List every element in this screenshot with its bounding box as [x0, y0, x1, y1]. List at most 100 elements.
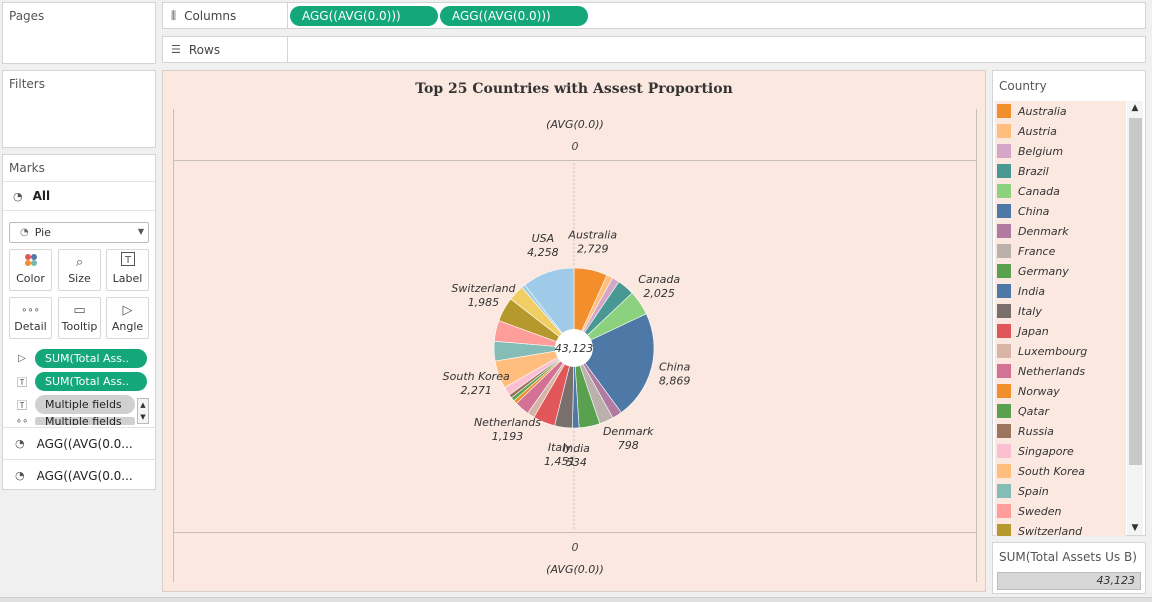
legend-item[interactable]: France	[995, 241, 1126, 261]
scroll-down-icon[interactable]: ▼	[1127, 523, 1143, 533]
angle-button[interactable]: ▷ Angle	[106, 297, 149, 339]
legend-item[interactable]: Spain	[995, 481, 1126, 501]
filters-card[interactable]: Filters	[2, 70, 156, 148]
size-legend-bar: 43,123	[997, 572, 1141, 590]
filters-title: Filters	[9, 77, 45, 91]
marks-pill-row: ∘∘ Multiple fields	[15, 417, 135, 425]
legend-item[interactable]: Luxembourg	[995, 341, 1126, 361]
scroll-up-icon[interactable]: ▲	[1127, 103, 1143, 113]
legend-item[interactable]: Norway	[995, 381, 1126, 401]
legend-label: Switzerland	[1018, 524, 1083, 537]
columns-shelf[interactable]: ⫼ Columns AGG((AVG(0.0))) AGG((AVG(0.0))…	[162, 2, 1146, 29]
detail-icon: ∘∘	[15, 417, 29, 425]
marks-pill[interactable]: Multiple fields	[35, 395, 135, 414]
pages-title: Pages	[9, 9, 45, 23]
legend-swatch	[997, 324, 1011, 338]
legend-item[interactable]: Sweden	[995, 501, 1126, 521]
pie-slice-value: 798	[618, 439, 639, 452]
text-icon: 🅃	[17, 378, 27, 389]
legend-swatch	[997, 204, 1011, 218]
column-pill[interactable]: AGG((AVG(0.0)))	[440, 6, 588, 26]
marks-pill[interactable]: SUM(Total Ass..	[35, 372, 147, 391]
label-button[interactable]: T Label	[106, 249, 149, 291]
legend-label: Germany	[1018, 264, 1069, 278]
legend-item[interactable]: Denmark	[995, 221, 1126, 241]
legend-label: Spain	[1018, 484, 1049, 498]
pie-slice-label: South Korea	[443, 370, 510, 383]
size-button[interactable]: ⌕ Size	[58, 249, 101, 291]
legend-label: Singapore	[1018, 444, 1074, 458]
chevron-down-icon: ▼	[137, 227, 144, 236]
legend-label: Austria	[1018, 124, 1057, 138]
pie-total-label: 43,123	[555, 342, 594, 355]
legend-swatch	[997, 524, 1011, 536]
size-legend-title: SUM(Total Assets Us B)	[999, 550, 1137, 564]
size-label: Size	[68, 272, 91, 285]
detail-icon: ∘∘∘	[21, 305, 40, 316]
legend-label: Canada	[1018, 184, 1060, 198]
legend-label: Russia	[1018, 424, 1054, 438]
legend-item[interactable]: Canada	[995, 181, 1126, 201]
legend-label: Luxembourg	[1018, 344, 1088, 358]
text-icon: 🅃	[17, 401, 27, 412]
legend-item[interactable]: Switzerland	[995, 521, 1126, 536]
detail-button[interactable]: ∘∘∘ Detail	[9, 297, 52, 339]
legend-label: China	[1018, 204, 1050, 218]
legend-label: Brazil	[1018, 164, 1049, 178]
agg-mark-row[interactable]: ◔ AGG((AVG(0.0...	[3, 427, 155, 459]
legend-scrollbar[interactable]: ▲ ▼	[1127, 101, 1143, 535]
angle-icon: ▷	[122, 303, 133, 318]
legend-swatch	[997, 344, 1011, 358]
legend-label: Qatar	[1018, 404, 1049, 418]
viz-pane[interactable]: Top 25 Countries with Assest Proportion …	[162, 70, 986, 592]
legend-item[interactable]: Japan	[995, 321, 1126, 341]
legend-item[interactable]: Brazil	[995, 161, 1126, 181]
legend-label: India	[1018, 284, 1045, 298]
column-pill[interactable]: AGG((AVG(0.0)))	[290, 6, 438, 26]
legend-item[interactable]: Qatar	[995, 401, 1126, 421]
legend-swatch	[997, 124, 1011, 138]
columns-icon: ⫼	[171, 8, 177, 22]
legend-item[interactable]: Germany	[995, 261, 1126, 281]
legend-item[interactable]: Austria	[995, 121, 1126, 141]
legend-label: Japan	[1018, 324, 1049, 338]
marks-scrollbar[interactable]: ▲ ▼	[137, 398, 149, 424]
legend-item[interactable]: Italy	[995, 301, 1126, 321]
pie-chart[interactable]: Australia2,729 Canada2,025 China8,869 Denma…	[163, 71, 985, 591]
pie-slice-label: China	[659, 361, 691, 374]
pie-slice-value: 2,025	[643, 287, 675, 300]
legend-item[interactable]: South Korea	[995, 461, 1126, 481]
legend-label: France	[1018, 244, 1056, 258]
legend-item[interactable]: Australia	[995, 101, 1126, 121]
legend-item[interactable]: China	[995, 201, 1126, 221]
legend-swatch	[997, 464, 1011, 478]
legend-item[interactable]: India	[995, 281, 1126, 301]
pie-slice-label: Italy	[548, 441, 572, 454]
legend-label: Italy	[1018, 304, 1042, 318]
color-button[interactable]: Color	[9, 249, 52, 291]
legend-item[interactable]: Russia	[995, 421, 1126, 441]
size-legend: SUM(Total Assets Us B) 43,123	[992, 542, 1146, 594]
legend-item[interactable]: Netherlands	[995, 361, 1126, 381]
legend-swatch	[997, 104, 1011, 118]
columns-shelf-label: ⫼ Columns	[163, 3, 288, 28]
pie-slice-value: 1,451	[544, 455, 576, 468]
legend-swatch	[997, 224, 1011, 238]
legend-swatch	[997, 504, 1011, 518]
mark-type-dropdown[interactable]: ◔ Pie ▼	[9, 222, 149, 243]
legend-item[interactable]: Singapore	[995, 441, 1126, 461]
angle-label: Angle	[111, 320, 144, 333]
marks-pill-row: 🅃 SUM(Total Ass..	[15, 372, 147, 391]
marks-pill[interactable]: Multiple fields	[35, 417, 135, 425]
marks-all-label: All	[32, 189, 51, 203]
marks-pill-row: 🅃 Multiple fields	[15, 395, 135, 414]
rows-shelf[interactable]: ☰ Rows	[162, 36, 1146, 63]
legend-item[interactable]: Belgium	[995, 141, 1126, 161]
marks-all-row[interactable]: ◔ All	[3, 181, 155, 211]
marks-pill[interactable]: SUM(Total Ass..	[35, 349, 147, 368]
sheet-tabs-strip	[0, 597, 1152, 602]
agg-mark-row[interactable]: ◔ AGG((AVG(0.0...	[3, 459, 155, 491]
scroll-thumb[interactable]	[1129, 118, 1142, 465]
tooltip-button[interactable]: ▭ Tooltip	[58, 297, 101, 339]
legend-label: South Korea	[1018, 464, 1086, 478]
